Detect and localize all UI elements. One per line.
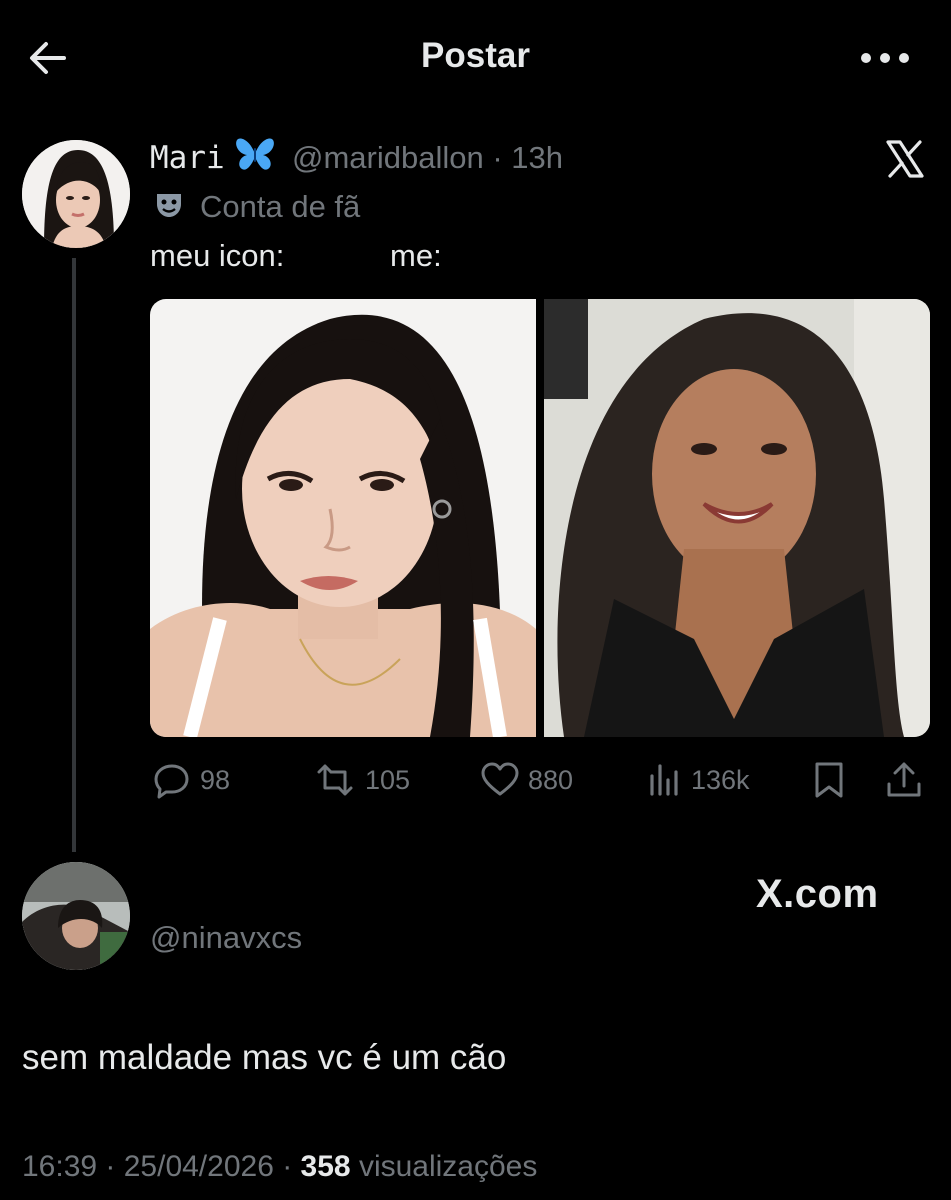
reply-author-handle[interactable]: @ninavxcs <box>150 920 302 956</box>
bookmark-icon <box>815 762 843 798</box>
post-meta: 16:39 · 25/04/2026 · 358 visualizações <box>22 1150 537 1184</box>
account-label: Conta de fã <box>200 189 361 224</box>
thread-connector <box>72 258 76 852</box>
page-title: Postar <box>421 36 530 75</box>
views-count: 136k <box>691 764 750 795</box>
share-icon <box>887 762 921 797</box>
reply-count: 98 <box>200 764 231 795</box>
repost-count: 105 <box>365 764 411 795</box>
x-logo-icon[interactable] <box>884 138 926 180</box>
more-button[interactable] <box>856 40 914 76</box>
avatar-photo <box>22 862 130 970</box>
post-text-part: meu icon: <box>150 238 285 273</box>
reply-author-avatar[interactable] <box>22 862 130 970</box>
butterfly-icon <box>234 136 276 174</box>
portrait-photo <box>150 299 536 737</box>
more-horizontal-icon <box>861 53 909 63</box>
avatar-photo <box>22 140 130 248</box>
author-display-name[interactable]: Mari <box>150 140 225 176</box>
author-handle-time[interactable]: @maridballon · 13h <box>292 140 563 176</box>
post-image[interactable] <box>544 299 930 737</box>
reply-button[interactable]: 98 <box>152 758 230 802</box>
like-count: 880 <box>528 764 574 795</box>
reply-icon <box>154 764 189 799</box>
post-text-part: me: <box>390 238 442 273</box>
views-label: visualizações <box>350 1150 538 1183</box>
xcom-watermark: X.com <box>756 872 879 916</box>
share-button[interactable] <box>884 758 924 802</box>
bookmark-button[interactable] <box>812 758 848 802</box>
heart-icon <box>481 762 519 796</box>
post-timestamp: 16:39 · 25/04/2026 · <box>22 1150 301 1183</box>
reply-text: sem maldade mas vc é um cão <box>22 1038 507 1077</box>
repost-button[interactable]: 105 <box>313 758 410 802</box>
post-image[interactable] <box>150 299 536 737</box>
views-button[interactable]: 136k <box>647 758 750 802</box>
views-total: 358 <box>300 1150 351 1183</box>
selfie-photo <box>544 299 930 737</box>
author-avatar[interactable] <box>22 140 130 248</box>
masks-icon <box>154 190 184 220</box>
repost-icon <box>317 764 353 796</box>
analytics-icon <box>650 764 678 796</box>
like-button[interactable]: 880 <box>480 758 573 802</box>
